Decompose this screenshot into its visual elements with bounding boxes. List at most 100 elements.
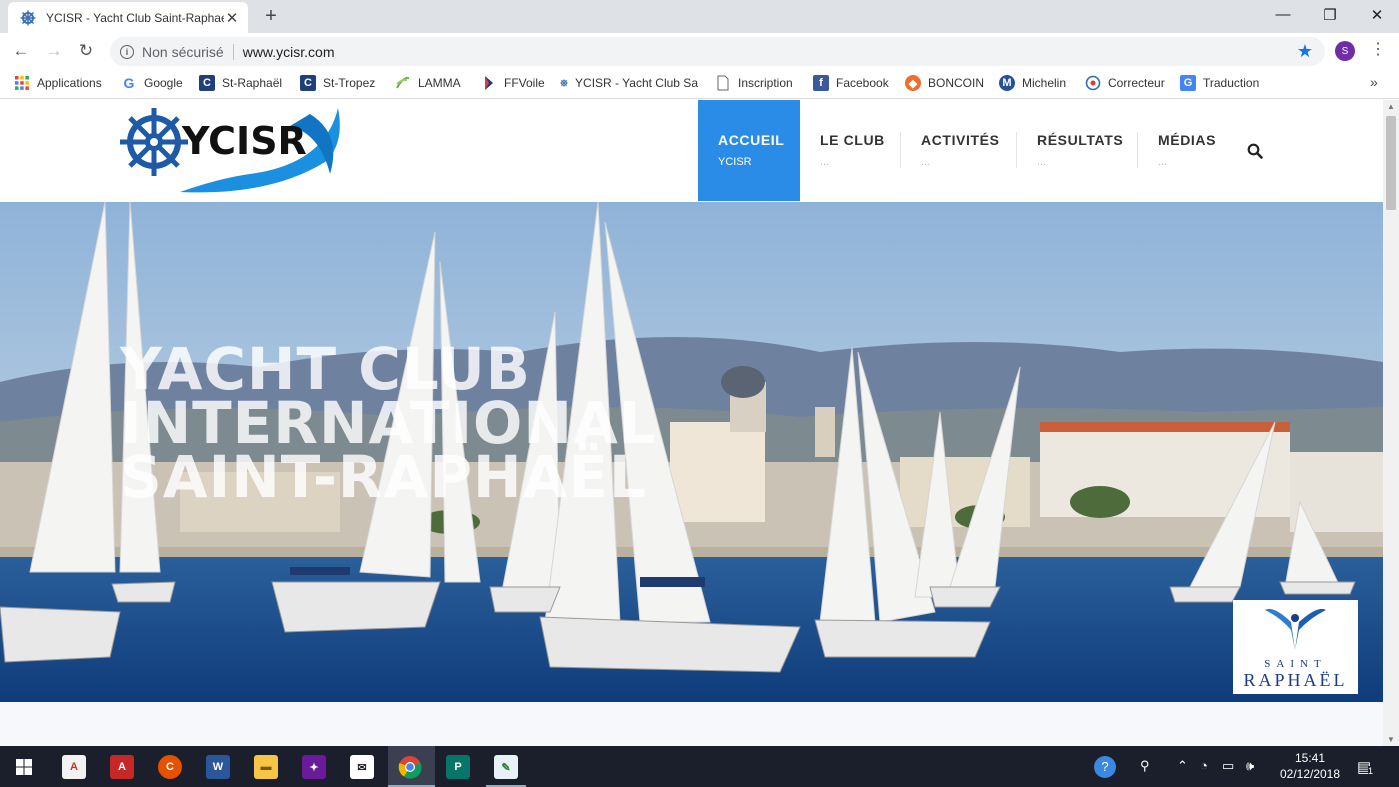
restore-button[interactable]: ❐ xyxy=(1315,6,1345,24)
bookmark-label: Traduction xyxy=(1203,76,1260,90)
nav-label: RÉSULTATS xyxy=(1037,132,1124,148)
volume-icon[interactable]: 🕪 xyxy=(1246,758,1254,774)
url-text[interactable]: www.ycisr.com xyxy=(243,44,335,60)
bookmark-star-icon[interactable]: ★ xyxy=(1297,41,1313,62)
bookmark-michelin[interactable]: M Michelin xyxy=(999,75,1066,91)
correcteur-icon xyxy=(1085,75,1101,91)
help-icon[interactable]: ? xyxy=(1094,756,1116,778)
bookmark-label: Michelin xyxy=(1022,76,1067,90)
bookmark-facebook[interactable]: f Facebook xyxy=(813,75,889,91)
page-viewport: YCISR ACCUEIL YCISR LE CLUB ... ACTIVITÉ… xyxy=(0,100,1383,746)
tray-expand-icon[interactable]: ⌃ xyxy=(1177,758,1188,774)
search-icon[interactable] xyxy=(1247,143,1263,159)
back-button[interactable]: ← xyxy=(10,41,32,61)
browser-menu-icon[interactable]: ⋮ xyxy=(1370,39,1386,59)
acrobat-reader-icon[interactable]: A xyxy=(62,755,86,779)
hero-banner: YACHT CLUB INTERNATIONAL SAINT-RAPHAËL S… xyxy=(0,202,1383,702)
page-scrollbar[interactable]: ▲ ▼ xyxy=(1383,100,1399,746)
hero-title-line: YACHT CLUB xyxy=(120,335,531,403)
nav-label: LE CLUB xyxy=(820,132,885,148)
main-nav: ACCUEIL YCISR LE CLUB ... ACTIVITÉS ... … xyxy=(698,100,1238,201)
webcam-icon: C xyxy=(199,75,215,91)
bookmark-label: LAMMA xyxy=(418,76,461,90)
bookmark-traduction[interactable]: G Traduction xyxy=(1180,75,1259,91)
clock-date: 02/12/2018 xyxy=(1279,767,1341,781)
file-explorer-icon[interactable]: ▬ xyxy=(254,755,278,779)
bookmark-ffvoile[interactable]: FFVoile xyxy=(481,75,545,91)
bookmark-ycisr[interactable]: YCISR - Yacht Club Sa xyxy=(560,75,698,91)
info-icon[interactable]: i xyxy=(120,44,134,59)
scroll-up-icon[interactable]: ▲ xyxy=(1387,102,1395,111)
saint-raphael-badge: SAINT RAPHAËL xyxy=(1233,600,1358,694)
close-window-button[interactable]: ✕ xyxy=(1362,6,1392,24)
bookmark-st-raphael[interactable]: C St-Raphaël xyxy=(199,75,282,91)
logo-text: YCISR xyxy=(181,119,307,163)
nav-activites[interactable]: ACTIVITÉS ... xyxy=(901,100,1017,201)
browser-toolbar: ← → ↻ i Non sécurisé www.ycisr.com ★ S ⋮ xyxy=(0,33,1399,69)
michelin-icon: M xyxy=(999,75,1015,91)
clock-time: 15:41 xyxy=(1294,751,1326,765)
boncoin-icon: ◆ xyxy=(905,75,921,91)
nav-sublabel: ... xyxy=(1037,156,1047,168)
bookmark-lamma[interactable]: LAMMA xyxy=(395,75,461,91)
new-tab-button[interactable]: + xyxy=(260,5,282,28)
bookmark-label: Applications xyxy=(37,76,102,90)
nav-sublabel: YCISR xyxy=(718,156,752,168)
ccleaner-icon[interactable]: C xyxy=(158,755,182,779)
bookmark-google[interactable]: G Google xyxy=(121,75,183,91)
tab-strip: YCISR - Yacht Club Saint-Raphael ✕ + — ❐… xyxy=(0,0,1399,33)
address-bar[interactable]: i Non sécurisé www.ycisr.com ★ xyxy=(110,37,1325,66)
wifi-icon[interactable]: ◔ xyxy=(1200,758,1208,773)
nav-medias[interactable]: MÉDIAS ... xyxy=(1138,100,1238,201)
nav-label: MÉDIAS xyxy=(1158,132,1217,148)
bookmark-applications[interactable]: Applications xyxy=(14,75,102,91)
media-app-icon[interactable]: ✦ xyxy=(302,755,326,779)
acrobat-icon[interactable]: A xyxy=(110,755,134,779)
ycisr-wheel-icon xyxy=(560,79,568,87)
bookmark-label: Facebook xyxy=(836,76,889,90)
people-icon[interactable]: ⚲ xyxy=(1140,758,1150,774)
nav-sublabel: ... xyxy=(820,156,830,168)
bookmark-label: Google xyxy=(144,76,183,90)
minimize-button[interactable]: — xyxy=(1268,6,1298,23)
forward-button[interactable]: → xyxy=(43,41,65,61)
angel-logo-icon xyxy=(1265,608,1326,650)
ycisr-logo[interactable]: YCISR xyxy=(120,104,345,198)
nav-le-club[interactable]: LE CLUB ... xyxy=(800,100,901,201)
browser-tab[interactable]: YCISR - Yacht Club Saint-Raphael ✕ xyxy=(8,2,248,33)
profile-avatar[interactable]: S xyxy=(1335,41,1355,61)
tab-close-icon[interactable]: ✕ xyxy=(224,9,240,27)
reload-button[interactable]: ↻ xyxy=(75,41,97,61)
bookmark-inscription[interactable]: Inscription xyxy=(715,75,793,91)
page-icon xyxy=(717,75,729,91)
bookmark-correcteur[interactable]: Correcteur xyxy=(1085,75,1165,91)
security-label: Non sécurisé xyxy=(142,43,224,60)
windows-start-icon[interactable] xyxy=(12,755,36,779)
mail-icon[interactable]: ✉ xyxy=(350,755,374,779)
badge-line-1: SAINT xyxy=(1264,658,1327,670)
scrollbar-thumb[interactable] xyxy=(1386,116,1396,210)
bookmark-label: Correcteur xyxy=(1108,76,1165,90)
chrome-icon[interactable] xyxy=(398,755,422,779)
word-icon[interactable]: W xyxy=(206,755,230,779)
nav-resultats[interactable]: RÉSULTATS ... xyxy=(1017,100,1138,201)
hero-title: YACHT CLUB INTERNATIONAL SAINT-RAPHAËL xyxy=(120,335,657,506)
lamma-icon xyxy=(396,76,410,89)
facebook-icon: f xyxy=(813,75,829,91)
battery-icon[interactable]: ▭ xyxy=(1222,758,1234,774)
scroll-down-icon[interactable]: ▼ xyxy=(1387,735,1395,744)
notepad-icon[interactable]: ✎ xyxy=(494,755,518,779)
google-icon: G xyxy=(123,75,135,91)
browser-window: YCISR - Yacht Club Saint-Raphael ✕ + — ❐… xyxy=(0,0,1399,787)
bookmark-boncoin[interactable]: ◆ BONCOIN xyxy=(905,75,984,91)
nav-label: ACCUEIL xyxy=(718,132,785,148)
nav-sublabel: ... xyxy=(921,156,931,168)
bookmarks-bar: Applications G Google C St-Raphaël C St-… xyxy=(0,69,1399,99)
bookmarks-overflow-button[interactable]: » xyxy=(1370,74,1378,90)
ycisr-wheel-icon xyxy=(20,10,36,25)
nav-accueil[interactable]: ACCUEIL YCISR xyxy=(698,100,800,201)
publisher-icon[interactable]: P xyxy=(446,755,470,779)
bookmark-st-tropez[interactable]: C St-Tropez xyxy=(300,75,375,91)
badge-line-2: RAPHAËL xyxy=(1243,670,1348,690)
system-clock[interactable]: 15:41 02/12/2018 xyxy=(1270,750,1350,782)
